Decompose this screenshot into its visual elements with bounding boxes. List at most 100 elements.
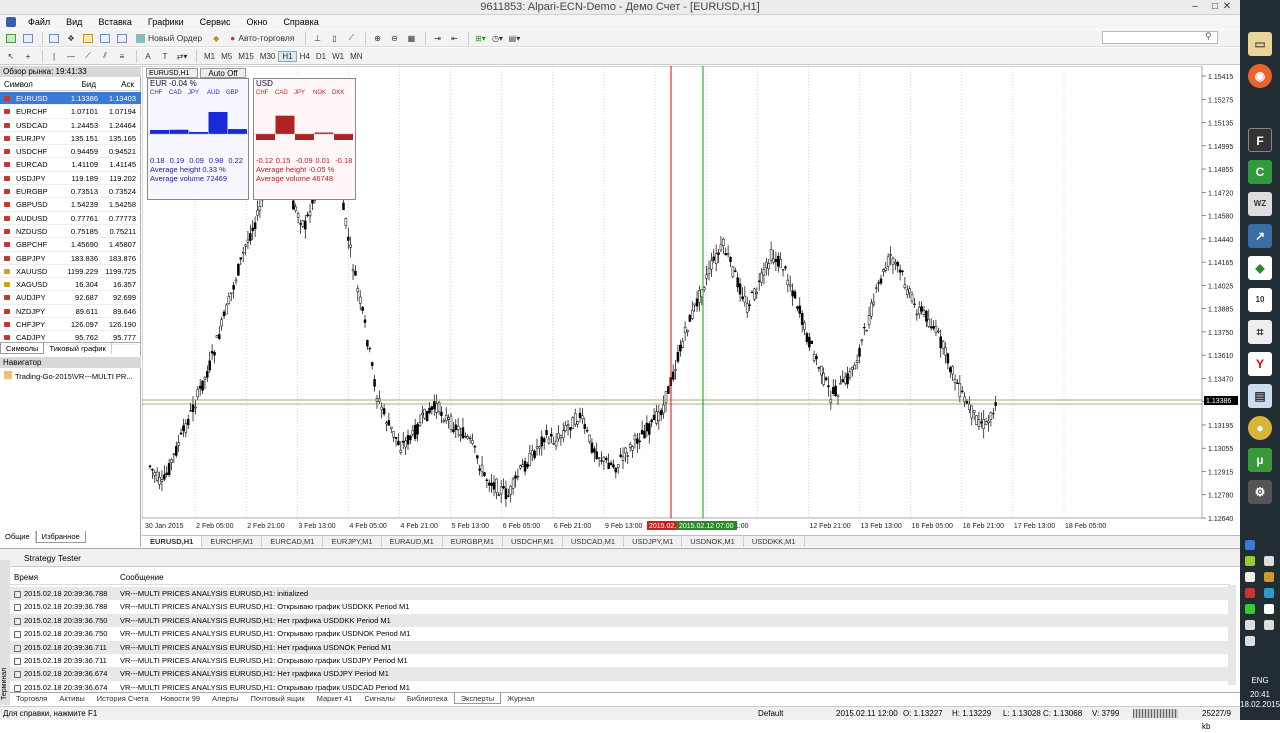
tab-symbols[interactable]: Символы xyxy=(0,343,45,354)
market-watch-row[interactable]: EURCAD 1.41109 1.41145 xyxy=(0,158,141,172)
tray-app-icon[interactable] xyxy=(1245,572,1255,582)
profiles-icon[interactable] xyxy=(21,32,35,45)
channel-icon[interactable]: ⫽ xyxy=(98,50,112,63)
app-green-icon[interactable]: ◆ xyxy=(1248,256,1272,280)
tray-app-icon[interactable] xyxy=(1245,588,1255,598)
market-watch-row[interactable]: GBPCHF 1.45690 1.45807 xyxy=(0,238,141,252)
timeframe-w1[interactable]: W1 xyxy=(329,52,347,61)
terminal-tab[interactable]: Библиотека xyxy=(401,693,454,704)
zoom-in-icon[interactable]: ⊕ xyxy=(370,32,384,45)
tray-app-icon[interactable] xyxy=(1264,556,1274,566)
auto-off-button[interactable]: Auto Off xyxy=(200,68,246,78)
chart-tab[interactable]: EURCHF,M1 xyxy=(202,536,263,547)
menu-tools[interactable]: Сервис xyxy=(192,15,239,29)
line-chart-icon[interactable]: ⟋ xyxy=(344,32,358,45)
yandex-icon[interactable]: Y xyxy=(1248,352,1272,376)
cursor-icon[interactable]: ↖ xyxy=(4,50,18,63)
menu-charts[interactable]: Графики xyxy=(140,15,192,29)
terminal-tab[interactable]: Почтовый ящик xyxy=(244,693,310,704)
log-scrollbar[interactable] xyxy=(1228,585,1236,685)
app-grid-icon[interactable]: ⌗ xyxy=(1248,320,1272,344)
tester-icon[interactable] xyxy=(115,32,129,45)
market-watch-row[interactable]: CHFJPY 126.097 126.190 xyxy=(0,318,141,332)
autotrade-button[interactable]: ● Авто-торговля xyxy=(226,32,298,45)
menu-file[interactable]: Файл xyxy=(20,15,58,29)
log-row[interactable]: 2015.02.18 20:39:36.711 VR---MULTI PRICES… xyxy=(10,640,1228,654)
terminal-tab[interactable]: Алерты xyxy=(206,693,244,704)
chart-tab[interactable]: USDCAD,M1 xyxy=(563,536,625,547)
tab-common[interactable]: Общие xyxy=(0,531,36,543)
periods-icon[interactable]: ◷▾ xyxy=(490,32,504,45)
terminal-tab[interactable]: Активы xyxy=(53,693,90,704)
utorrent-icon[interactable]: µ xyxy=(1248,448,1272,472)
market-watch-row[interactable]: XAGUSD 16.304 16.357 xyxy=(0,278,141,292)
terminal-tab[interactable]: Сигналы xyxy=(358,693,400,704)
col-message[interactable]: Сообщение xyxy=(120,573,164,584)
chart-tab[interactable]: EURCAD,M1 xyxy=(262,536,324,547)
new-chart-icon[interactable] xyxy=(4,32,18,45)
tray-network-icon[interactable] xyxy=(1245,540,1255,550)
file-explorer-icon[interactable]: ▭ xyxy=(1248,32,1272,56)
col-symbol[interactable]: Символ xyxy=(0,78,62,90)
terminal-tab[interactable]: Новости 99 xyxy=(155,693,206,704)
chart-shift-icon[interactable]: ⇤ xyxy=(447,32,461,45)
templates-icon[interactable]: ▤▾ xyxy=(507,32,521,45)
timeframe-d1[interactable]: D1 xyxy=(313,52,329,61)
zoom-out-icon[interactable]: ⊖ xyxy=(387,32,401,45)
timeframe-mn[interactable]: MN xyxy=(347,52,365,61)
log-row[interactable]: 2015.02.18 20:39:36.711 VR---MULTI PRICES… xyxy=(10,654,1228,667)
market-watch-row[interactable]: AUDJPY 92.687 92.699 xyxy=(0,291,141,305)
text-icon[interactable]: A xyxy=(141,50,155,63)
terminal-tab[interactable]: Маркет 41 xyxy=(311,693,359,704)
timeframe-m1[interactable]: M1 xyxy=(201,52,218,61)
crosshair-icon[interactable]: + xyxy=(21,50,35,63)
notepad-icon[interactable]: ▤ xyxy=(1248,384,1272,408)
paint-icon[interactable]: ● xyxy=(1248,416,1272,440)
col-time[interactable]: Время xyxy=(10,573,120,584)
terminal-tab[interactable]: Журнал xyxy=(501,693,540,704)
market-watch-row[interactable]: NZDUSD 0.75185 0.75211 xyxy=(0,225,141,239)
market-watch-row[interactable]: EURJPY 135.151 135.165 xyxy=(0,132,141,146)
tray-app-icon[interactable] xyxy=(1264,588,1274,598)
market-watch-row[interactable]: EURCHF 1.07101 1.07194 xyxy=(0,105,141,119)
market-watch-row[interactable]: EURUSD 1.13386 1.13403 xyxy=(0,92,141,106)
col-ask[interactable]: Аск xyxy=(100,78,138,90)
text-label-icon[interactable]: T xyxy=(158,50,172,63)
metaeditor-icon[interactable]: ◆ xyxy=(209,32,223,45)
tray-app-icon[interactable] xyxy=(1264,604,1274,614)
bar-chart-icon[interactable]: ⊥ xyxy=(310,32,324,45)
menu-window[interactable]: Окно xyxy=(239,15,276,29)
market-watch-row[interactable]: USDCHF 0.94459 0.94521 xyxy=(0,145,141,159)
timeframe-h4[interactable]: H4 xyxy=(297,52,313,61)
market-watch-row[interactable]: NZDJPY 89.611 89.646 xyxy=(0,305,141,319)
tray-app-icon[interactable] xyxy=(1245,604,1255,614)
new-order-button[interactable]: Новый Ордер xyxy=(132,32,206,45)
tile-windows-icon[interactable]: ▦ xyxy=(404,32,418,45)
metatrader-icon[interactable]: ↗ xyxy=(1248,224,1272,248)
log-row[interactable]: 2015.02.18 20:39:36.750 VR---MULTI PRICES… xyxy=(10,627,1228,640)
tab-tick-chart[interactable]: Тиковый график xyxy=(44,343,112,354)
menu-insert[interactable]: Вставка xyxy=(90,15,139,29)
log-row[interactable]: 2015.02.18 20:39:36.788 VR---MULTI PRICES… xyxy=(10,587,1228,601)
tray-app-icon[interactable] xyxy=(1245,556,1255,566)
navigator-item[interactable]: Trading-Go-2015\VR---MULTI PR... xyxy=(4,371,133,381)
tray-app-icon[interactable] xyxy=(1264,620,1274,630)
chart-tab[interactable]: EURAUD,M1 xyxy=(382,536,443,547)
chart-tab[interactable]: USDJPY,M1 xyxy=(624,536,683,547)
terminal-tab[interactable]: Эксперты xyxy=(453,693,502,704)
navigator-icon[interactable] xyxy=(81,32,95,45)
horizontal-line-icon[interactable]: — xyxy=(64,50,78,63)
chart-tab[interactable]: USDNOK,M1 xyxy=(682,536,744,547)
timeframe-m30[interactable]: M30 xyxy=(257,52,279,61)
timeframe-m15[interactable]: M15 xyxy=(235,52,257,61)
menu-view[interactable]: Вид xyxy=(58,15,90,29)
language-indicator[interactable]: ENG xyxy=(1240,676,1280,685)
market-watch-row[interactable]: AUDUSD 0.77761 0.77773 xyxy=(0,212,141,225)
search-icon[interactable]: ⚲ xyxy=(1205,31,1212,42)
tab-favorites[interactable]: Избранное xyxy=(35,531,86,543)
tray-volume-icon[interactable] xyxy=(1245,636,1255,646)
tray-app-icon[interactable] xyxy=(1264,572,1274,582)
terminal-tab[interactable]: История Счета xyxy=(91,693,155,704)
tray-app-icon[interactable] xyxy=(1245,620,1255,630)
market-watch-row[interactable]: GBPJPY 183.836 183.876 xyxy=(0,252,141,265)
